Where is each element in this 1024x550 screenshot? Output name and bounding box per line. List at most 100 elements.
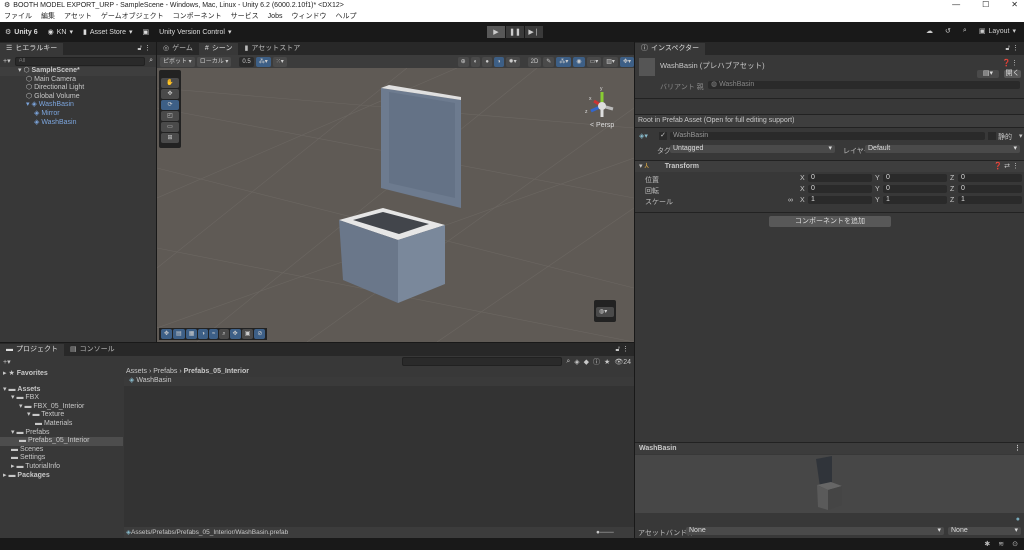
move-snap-button[interactable]: ✥ [161, 329, 173, 339]
tab-hierarchy[interactable]: ☰ ヒエラルキー [0, 43, 64, 55]
z-field[interactable]: 0 [958, 174, 1022, 182]
help-icon[interactable]: ❓⋮ [1002, 59, 1018, 67]
effects-dropdown[interactable]: ⁂▾ [556, 56, 572, 67]
open-prefab-button[interactable]: 開く [1004, 70, 1021, 78]
play-button[interactable]: ▶ [487, 26, 505, 38]
menu-item[interactable]: ヘルプ [335, 11, 356, 22]
check-icon[interactable]: ⊙ [1012, 540, 1018, 548]
x-axis-label[interactable]: X [800, 175, 805, 182]
hierarchy-item[interactable]: ⬡ Global Volume [0, 93, 156, 102]
close-button[interactable]: ✕ [1011, 0, 1018, 9]
y-axis-label[interactable]: Y [875, 175, 880, 182]
tab-project[interactable]: ▬ プロジェクト [0, 344, 64, 356]
tab-console[interactable]: ▤ コンソール [64, 344, 121, 356]
project-tree-item[interactable]: ▾ ▬ Assets [0, 386, 123, 395]
snap-value-field[interactable]: 0.5 [239, 56, 254, 67]
menu-item[interactable]: 編集 [41, 11, 55, 22]
bug-icon[interactable]: ✱ [984, 540, 990, 548]
unity-menu[interactable]: ⚙ Unity 6 [5, 28, 38, 37]
label-tag-icon[interactable]: ● [1016, 516, 1020, 523]
camera-button[interactable]: ▣ [241, 329, 254, 339]
search-icon[interactable]: ⌕ [963, 27, 967, 35]
hierarchy-item[interactable]: ⬡ Main Camera [0, 76, 156, 85]
layout-dropdown[interactable]: ▣ Layout ▾ [979, 27, 1016, 36]
hand-tool[interactable]: ✋ [161, 78, 179, 88]
y-field[interactable]: 1 [883, 196, 947, 204]
menu-item[interactable]: ウィンドウ [291, 11, 326, 22]
file-item[interactable]: ◈ WashBasin [124, 377, 634, 386]
project-tree-item[interactable]: ▬ Settings [0, 454, 123, 463]
maximize-button[interactable]: ☐ [982, 0, 989, 9]
grid-snap-button[interactable]: ⁂▾ [255, 56, 271, 67]
asset-store-dropdown[interactable]: ▮ Asset Store ▾ [83, 28, 133, 37]
menu-item[interactable]: コンポーネント [173, 11, 222, 22]
project-tree-item[interactable]: ▾ ▬ Prefabs [0, 429, 123, 438]
2d-toggle[interactable]: 2D [527, 56, 542, 67]
y-axis-label[interactable]: Y [875, 186, 880, 193]
package-button[interactable]: ▣ [143, 28, 150, 36]
project-tree-item[interactable]: ▾ ▬ FBX_05_Interior [0, 403, 123, 412]
breadcrumb-assets[interactable]: Assets [126, 368, 147, 375]
rect-tool[interactable]: ▭ [161, 122, 179, 132]
tools-dropdown[interactable]: ✥▾ [619, 56, 634, 67]
lock-icon[interactable]: 🔓︎ ⋮ [616, 345, 629, 354]
shaded-button[interactable]: ● [482, 56, 492, 67]
transform-header[interactable]: ▾ ⅄ Transform ❓ ⇄ ⋮ [635, 160, 1024, 172]
assetbundle-dropdown[interactable]: None ▾ [686, 527, 944, 535]
assetbundle-variant-dropdown[interactable]: None ▾ [948, 527, 1021, 535]
debug-draw-button[interactable]: ✹▾ [505, 56, 520, 67]
constrain-proportions-icon[interactable]: ∞ [788, 197, 793, 204]
move-tool[interactable]: ✥ [161, 89, 179, 99]
transform-tool[interactable]: ⊞ [161, 133, 179, 143]
pause-button[interactable]: ❚❚ [506, 26, 524, 38]
project-tree-item[interactable]: ▾ ▬ FBX [0, 394, 123, 403]
z-axis-label[interactable]: Z [950, 175, 954, 182]
progress-icon[interactable]: ≋ [998, 540, 1004, 548]
projection-toggle[interactable]: < Persp [590, 122, 614, 129]
gizmos-dropdown[interactable]: ▥▾ [603, 56, 618, 67]
wireframe-button[interactable]: ⊕ [457, 56, 469, 67]
hierarchy-search-input[interactable] [14, 56, 146, 66]
project-tree-item[interactable]: ▸ ▬ Packages [0, 472, 123, 481]
washbasin-model[interactable] [339, 85, 461, 303]
errors-icon[interactable]: ⓘ [593, 357, 600, 367]
favorite-icon[interactable]: ★ [604, 358, 610, 366]
tab-inspector[interactable]: ⓘ インスペクター [635, 43, 706, 55]
pivot-dropdown[interactable]: ピボット ▾ [160, 56, 195, 67]
y-field[interactable]: 0 [883, 185, 947, 193]
align-button[interactable]: ▤ [173, 329, 185, 339]
add-component-button[interactable]: コンポーネントを追加 [769, 216, 891, 227]
component-menu-icon[interactable]: ❓ ⇄ ⋮ [994, 161, 1019, 172]
preview-header[interactable]: WashBasin ⋮ [635, 442, 1024, 454]
project-tree-item[interactable]: ▾ ▬ Texture [0, 411, 123, 420]
account-dropdown[interactable]: ◉ KN ▾ [48, 28, 73, 37]
z-field[interactable]: 1 [958, 196, 1022, 204]
x-field[interactable]: 1 [808, 196, 872, 204]
hierarchy-item[interactable]: ▾ ⬡ SampleScene* [0, 67, 156, 76]
overrides-dropdown[interactable]: ▤▾ [977, 70, 999, 78]
scene-viewport[interactable] [157, 68, 634, 342]
preview-area[interactable] [635, 455, 1024, 513]
grid-toggle-button[interactable]: ⁙▾ [272, 56, 287, 67]
create-button[interactable]: +▾ [3, 358, 11, 366]
menu-item[interactable]: アセット [64, 11, 92, 22]
orientation-gizmo[interactable]: y x z [582, 84, 622, 124]
local-dropdown[interactable]: ローカル ▾ [196, 56, 232, 67]
menu-item[interactable]: ゲームオブジェクト [101, 11, 164, 22]
z-axis-label[interactable]: Z [950, 186, 954, 193]
camera-overlay-button[interactable]: ◍▾ [596, 307, 614, 317]
lock-icon[interactable]: 🔓︎ ⋮ [138, 44, 151, 53]
active-checkbox[interactable]: ✓ [659, 132, 667, 140]
static-checkbox[interactable] [988, 132, 996, 140]
hierarchy-item[interactable]: ◈ WashBasin [0, 119, 156, 128]
project-tree-item[interactable]: ▸ ▬ TutorialInfo [0, 463, 123, 472]
hidden-packages-toggle[interactable]: 👁︎24 [614, 358, 631, 366]
menu-item[interactable]: サービス [231, 11, 259, 22]
icon-size-slider[interactable]: ●─── [596, 527, 614, 538]
name-field[interactable]: WashBasin [670, 132, 985, 140]
minimize-button[interactable]: — [952, 0, 960, 9]
orbit-button[interactable]: ◑ [198, 329, 208, 339]
scale-tool[interactable]: ◰ [161, 111, 179, 121]
y-axis-label[interactable]: Y [875, 197, 880, 204]
pivot-button[interactable]: ▦ [185, 329, 198, 339]
